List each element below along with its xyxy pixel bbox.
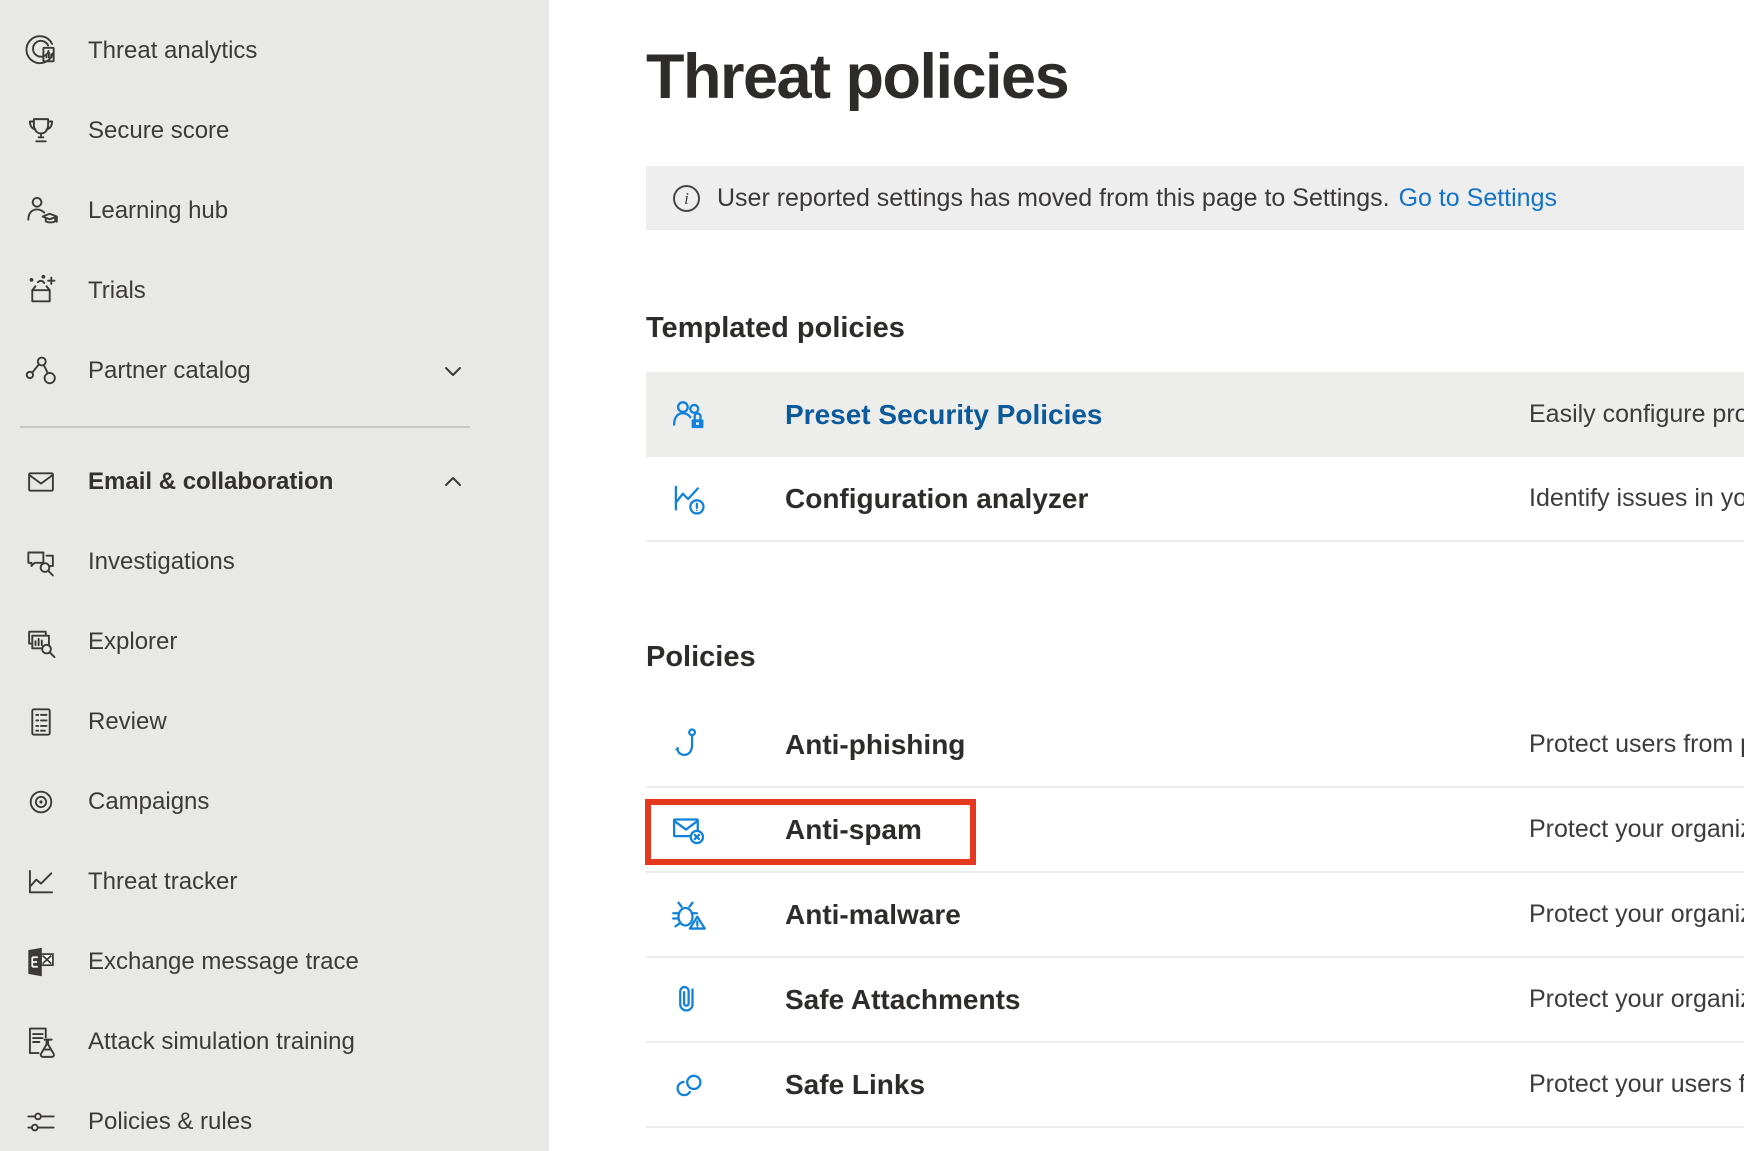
row-description: Protect users from p [1529,730,1744,759]
defender-portal: Threat analytics Secure score Learning h… [0,0,1744,1151]
campaigns-icon [22,783,60,821]
explorer-icon [22,623,60,661]
safe-links-icon [668,1064,710,1106]
sidebar-item-policies-rules[interactable]: Policies & rules [0,1082,549,1151]
configuration-analyzer-icon [668,478,710,520]
sidebar-item-label: Email & collaboration [88,468,333,496]
safe-attachments-icon [668,979,710,1021]
section-heading-templated-policies: Templated policies [646,312,1744,345]
sidebar-divider [0,411,549,442]
exchange-icon [22,943,60,981]
sidebar-item-campaigns[interactable]: Campaigns [0,762,549,842]
row-label[interactable]: Anti-phishing [785,729,1529,761]
sidebar-item-exchange-message-trace[interactable]: Exchange message trace [0,922,549,1002]
mail-icon [22,463,60,501]
info-banner: i User reported settings has moved from … [646,166,1744,230]
row-label[interactable]: Anti-malware [785,899,1529,931]
sidebar-item-learning-hub[interactable]: Learning hub [0,171,549,251]
anti-malware-icon [668,894,710,936]
threat-tracker-icon [22,863,60,901]
preset-security-policies-icon [668,394,710,436]
chevron-up-icon [441,470,465,494]
investigations-icon [22,543,60,581]
chevron-down-icon [441,359,465,383]
sidebar-item-label: Secure score [88,117,229,145]
row-label[interactable]: Preset Security Policies [785,399,1529,431]
row-anti-phishing[interactable]: Anti-phishing Protect users from p [646,703,1744,788]
sidebar-item-explorer[interactable]: Explorer [0,602,549,682]
row-label[interactable]: Safe Links [785,1069,1529,1101]
row-anti-spam[interactable]: Anti-spam Protect your organiz [646,788,1744,873]
sidebar-item-label: Threat analytics [88,37,257,65]
sidebar-item-trials[interactable]: Trials [0,251,549,331]
row-label[interactable]: Anti-spam [785,814,1529,846]
page-title: Threat policies [646,42,1744,112]
sidebar-item-threat-tracker[interactable]: Threat tracker [0,842,549,922]
sidebar-item-investigations[interactable]: Investigations [0,522,549,602]
trophy-icon [22,112,60,150]
learning-hub-icon [22,192,60,230]
review-icon [22,703,60,741]
sidebar-item-label: Exchange message trace [88,948,359,976]
trials-icon [22,272,60,310]
templated-policies-list: Preset Security Policies Easily configur… [646,372,1744,542]
sidebar-item-email-collaboration[interactable]: Email & collaboration [0,442,549,522]
sidebar: Threat analytics Secure score Learning h… [0,0,549,1151]
sidebar-item-label: Trials [88,277,146,305]
go-to-settings-link[interactable]: Go to Settings [1399,184,1557,213]
sidebar-item-attack-simulation-training[interactable]: Attack simulation training [0,1002,549,1082]
banner-text: User reported settings has moved from th… [717,184,1390,213]
policies-list: Anti-phishing Protect users from p Anti-… [646,703,1744,1128]
row-description: Protect your organiz [1529,900,1744,929]
row-safe-links[interactable]: Safe Links Protect your users fr [646,1043,1744,1128]
sidebar-item-partner-catalog[interactable]: Partner catalog [0,331,549,411]
row-label[interactable]: Safe Attachments [785,984,1529,1016]
row-safe-attachments[interactable]: Safe Attachments Protect your organiz [646,958,1744,1043]
row-description: Protect your organiz [1529,815,1744,844]
sidebar-item-label: Threat tracker [88,868,237,896]
attack-simulation-icon [22,1023,60,1061]
row-description: Protect your organiz [1529,985,1744,1014]
row-configuration-analyzer[interactable]: Configuration analyzer Identify issues i… [646,457,1744,542]
row-description: Identify issues in you [1529,484,1744,513]
sidebar-item-label: Policies & rules [88,1108,252,1136]
row-description: Protect your users fr [1529,1070,1744,1099]
row-label[interactable]: Configuration analyzer [785,483,1529,515]
anti-spam-icon [668,809,710,851]
sidebar-item-label: Campaigns [88,788,209,816]
section-heading-policies: Policies [646,641,1744,674]
main-content: Threat policies i User reported settings… [549,0,1744,1151]
anti-phishing-icon [668,724,710,766]
sidebar-item-threat-analytics[interactable]: Threat analytics [0,11,549,91]
sidebar-item-label: Attack simulation training [88,1028,355,1056]
threat-analytics-icon [22,32,60,70]
policies-rules-icon [22,1103,60,1141]
sidebar-item-label: Explorer [88,628,177,656]
partner-catalog-icon [22,352,60,390]
sidebar-item-secure-score[interactable]: Secure score [0,91,549,171]
row-anti-malware[interactable]: Anti-malware Protect your organiz [646,873,1744,958]
sidebar-item-label: Review [88,708,167,736]
row-preset-security-policies[interactable]: Preset Security Policies Easily configur… [646,372,1744,457]
sidebar-item-review[interactable]: Review [0,682,549,762]
sidebar-item-label: Learning hub [88,197,228,225]
sidebar-item-label: Partner catalog [88,357,251,385]
row-description: Easily configure prot [1529,400,1744,429]
sidebar-item-label: Investigations [88,548,235,576]
info-icon: i [673,185,700,212]
